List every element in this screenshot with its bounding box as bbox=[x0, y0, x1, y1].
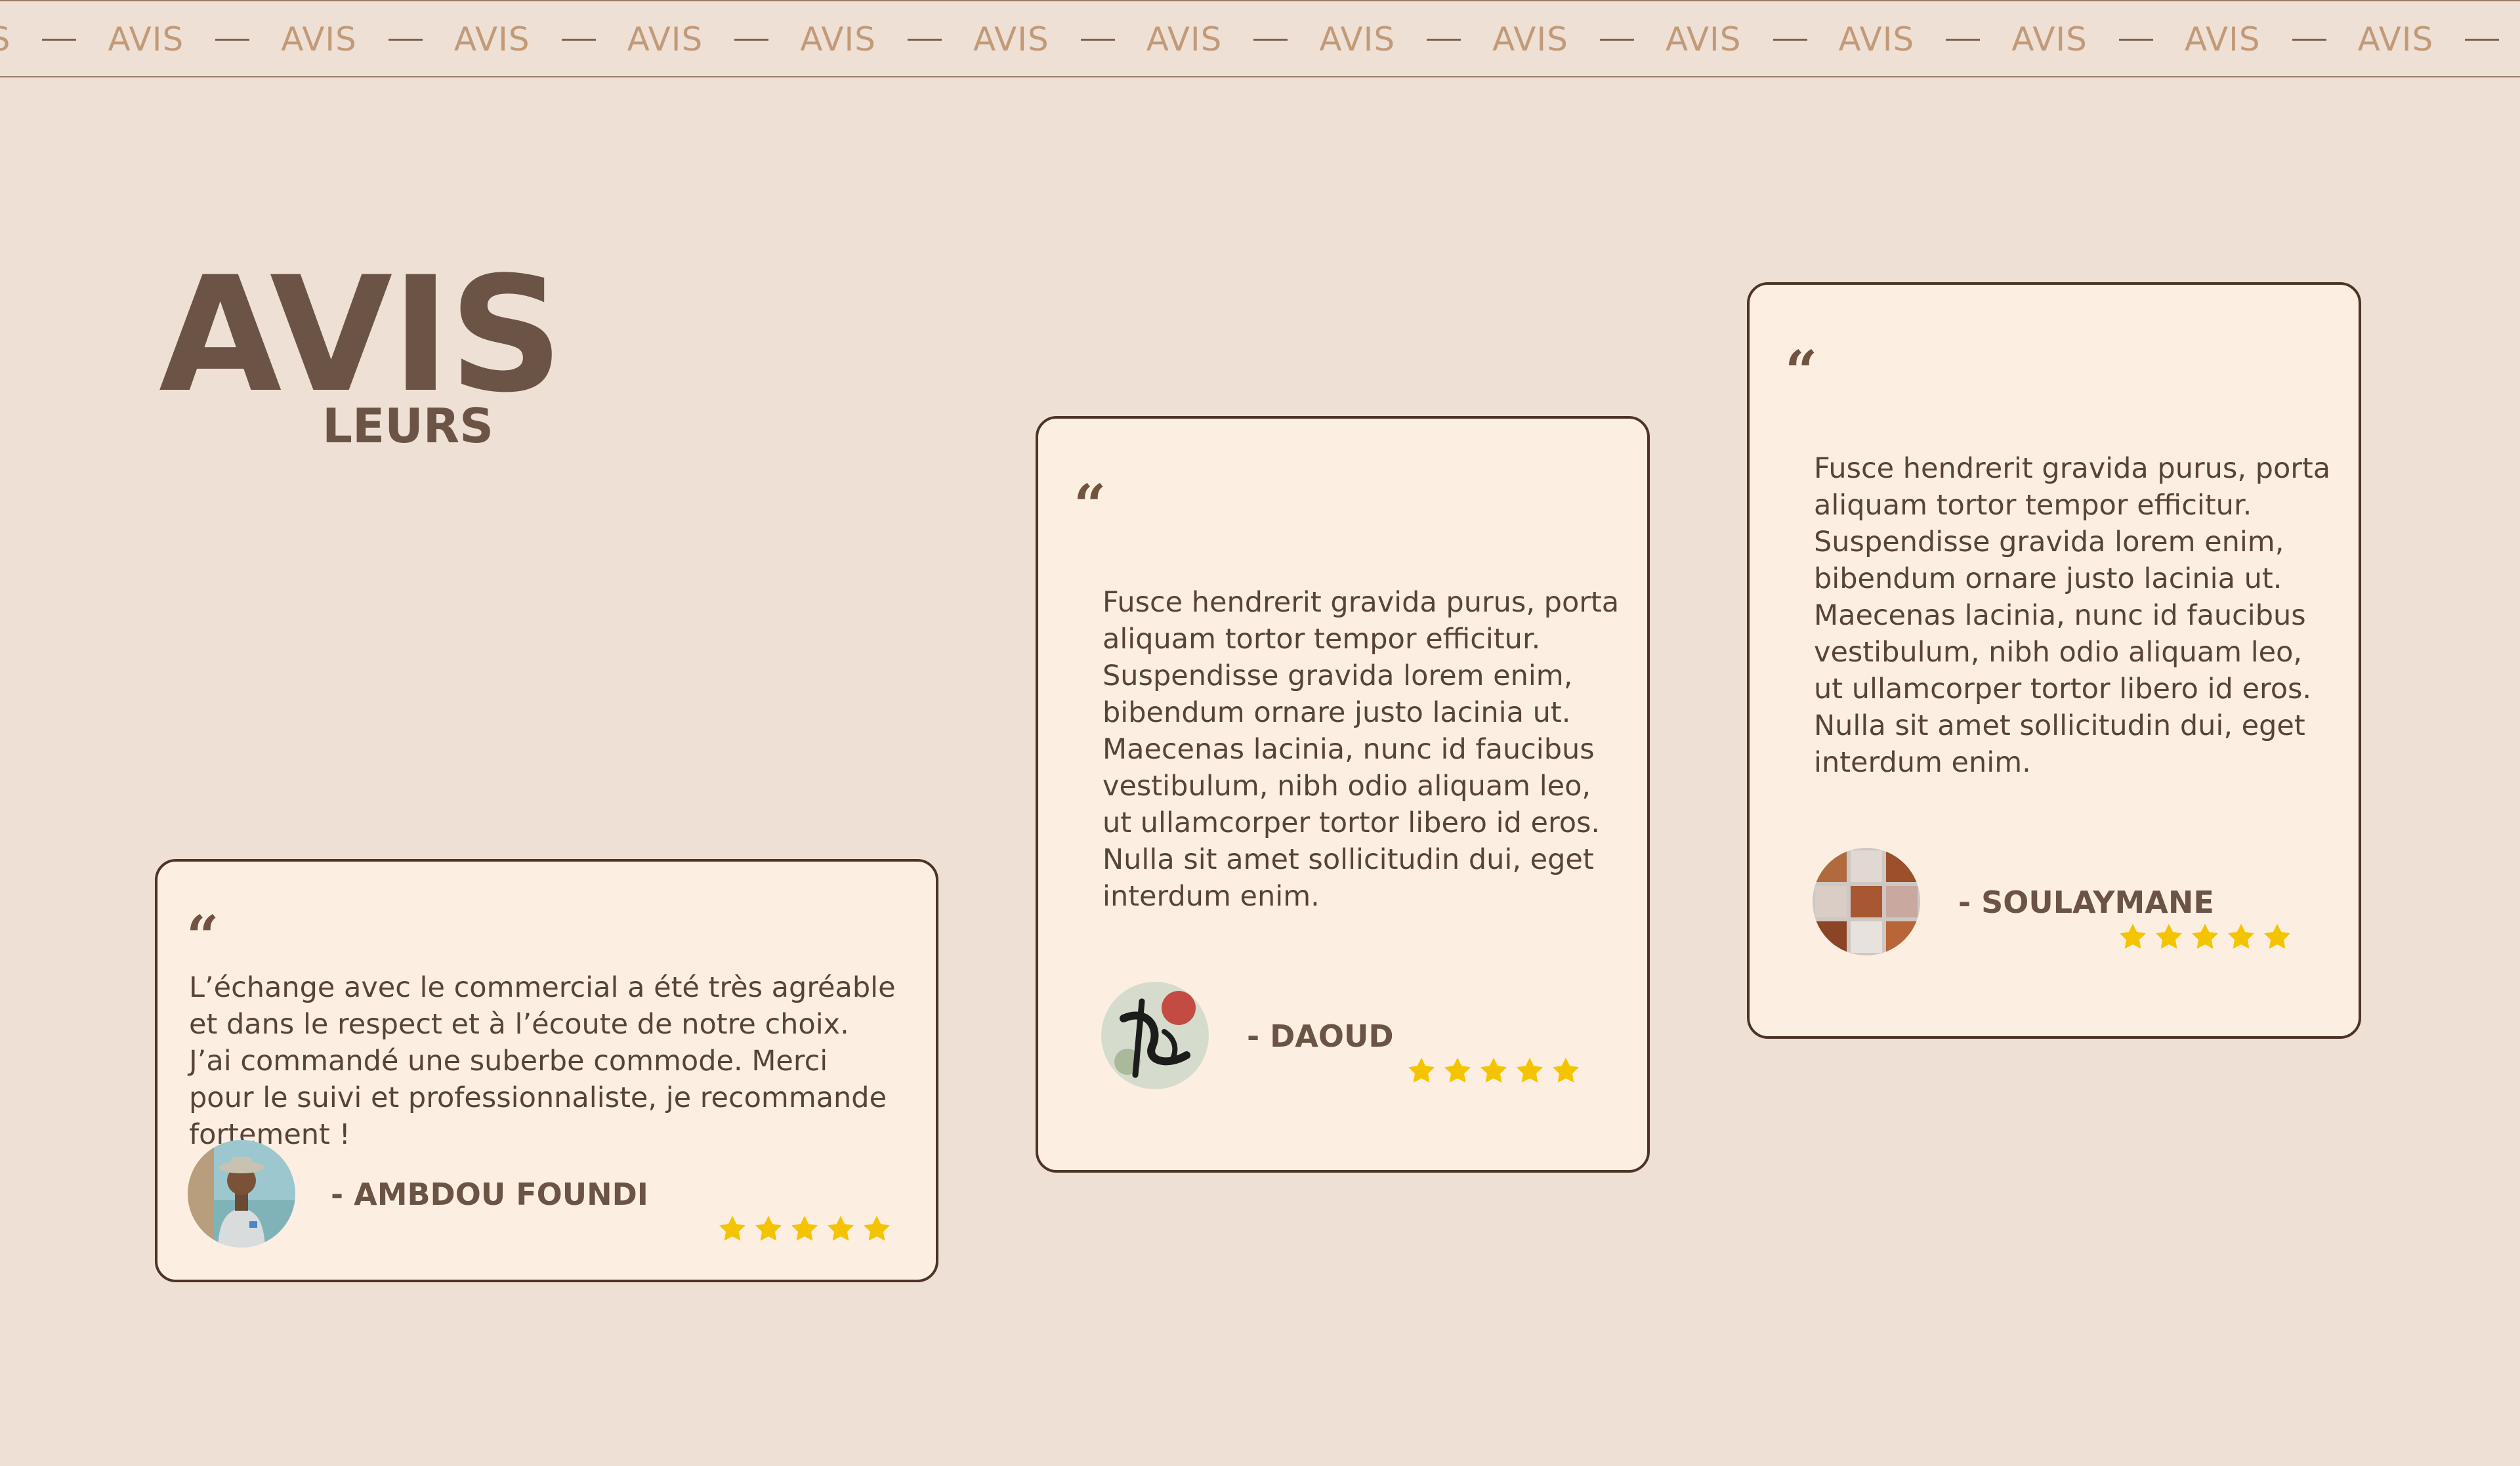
ticker-dash bbox=[2118, 38, 2153, 41]
ticker-word: AVIS bbox=[1319, 20, 1396, 58]
ticker-word: AVIS bbox=[2357, 20, 2434, 58]
ticker-dash bbox=[734, 38, 769, 41]
review-text: Fusce hendrerit gravida purus, porta ali… bbox=[1814, 452, 2331, 779]
ticker-dash bbox=[1946, 38, 1981, 41]
review-text: L’échange avec le commercial a été très … bbox=[189, 971, 896, 1151]
ticker-word: AVIS bbox=[973, 20, 1049, 58]
avatar bbox=[1813, 848, 1920, 955]
ticker-dash bbox=[1253, 38, 1288, 41]
star-icon bbox=[1480, 1057, 1507, 1083]
ticker-dash bbox=[2465, 38, 2500, 41]
section-heading: AVIS LEURS bbox=[159, 256, 563, 466]
ticker-dash bbox=[561, 38, 596, 41]
ticker-band: IS AVIS AVIS AVIS AVIS AVIS AVIS AVIS AV… bbox=[0, 0, 2520, 77]
star-icon bbox=[755, 1215, 782, 1241]
author-name: - SOULAYMANE bbox=[1958, 885, 2214, 920]
star-icon bbox=[1553, 1057, 1579, 1083]
star-icon bbox=[2156, 923, 2182, 949]
star-icon bbox=[2120, 923, 2146, 949]
quote-icon: “ bbox=[186, 904, 219, 970]
star-icon bbox=[2192, 923, 2218, 949]
ticker-word: AVIS bbox=[1665, 20, 1742, 58]
ticker-word: AVIS bbox=[627, 20, 704, 58]
ticker-dash bbox=[908, 38, 942, 41]
ticker-dash bbox=[2292, 38, 2326, 41]
ticker-dash bbox=[42, 38, 77, 41]
avatar bbox=[1101, 982, 1209, 1089]
quote-icon: “ bbox=[1074, 472, 1106, 539]
ticker-word: AVIS bbox=[1492, 20, 1568, 58]
star-icon bbox=[864, 1215, 890, 1241]
ticker-word: AVIS bbox=[800, 20, 876, 58]
page-subtitle: LEURS bbox=[322, 398, 494, 453]
ticker-dash bbox=[1773, 38, 1807, 41]
star-icon bbox=[1408, 1057, 1435, 1083]
star-icon bbox=[2264, 923, 2290, 949]
star-icon bbox=[828, 1215, 854, 1241]
ticker-word: AVIS bbox=[2184, 20, 2261, 58]
star-icon bbox=[1444, 1057, 1471, 1083]
star-icon bbox=[2228, 923, 2254, 949]
ticker-dash bbox=[1427, 38, 1461, 41]
quote-icon: “ bbox=[1785, 339, 1818, 405]
rating-stars bbox=[1406, 1055, 1582, 1087]
page-title: AVIS bbox=[159, 243, 563, 428]
ticker-word: AVIS bbox=[2011, 20, 2088, 58]
star-icon bbox=[719, 1215, 746, 1241]
star-icon bbox=[791, 1215, 818, 1241]
ticker-word: AVIS bbox=[281, 20, 357, 58]
ticker-word: AVIS bbox=[1838, 20, 1915, 58]
ticker-dash bbox=[1080, 38, 1115, 41]
ticker-dash bbox=[1599, 38, 1634, 41]
review-card: “ Fusce hendrerit gravida purus, porta a… bbox=[1036, 416, 1650, 1173]
star-icon bbox=[1517, 1057, 1543, 1083]
review-card: “ Fusce hendrerit gravida purus, porta a… bbox=[1747, 282, 2361, 1039]
author-name: - DAOUD bbox=[1247, 1018, 1394, 1054]
ticker-word: AVIS bbox=[453, 20, 530, 58]
ticker-word: AVIS bbox=[108, 20, 184, 58]
review-text: Fusce hendrerit gravida purus, porta ali… bbox=[1102, 586, 1620, 913]
ticker-track: IS AVIS AVIS AVIS AVIS AVIS AVIS AVIS AV… bbox=[0, 1, 2520, 76]
ticker-word-partial: IS bbox=[0, 23, 10, 56]
ticker-dash bbox=[215, 38, 250, 41]
avatar bbox=[188, 1140, 295, 1247]
rating-stars bbox=[717, 1213, 892, 1245]
rating-stars bbox=[2117, 921, 2293, 953]
ticker-dash bbox=[388, 38, 423, 41]
review-card: “ L’échange avec le commercial a été trè… bbox=[155, 859, 938, 1282]
ticker-word: AVIS bbox=[1146, 20, 1223, 58]
author-name: - AMBDOU FOUNDI bbox=[331, 1177, 648, 1212]
